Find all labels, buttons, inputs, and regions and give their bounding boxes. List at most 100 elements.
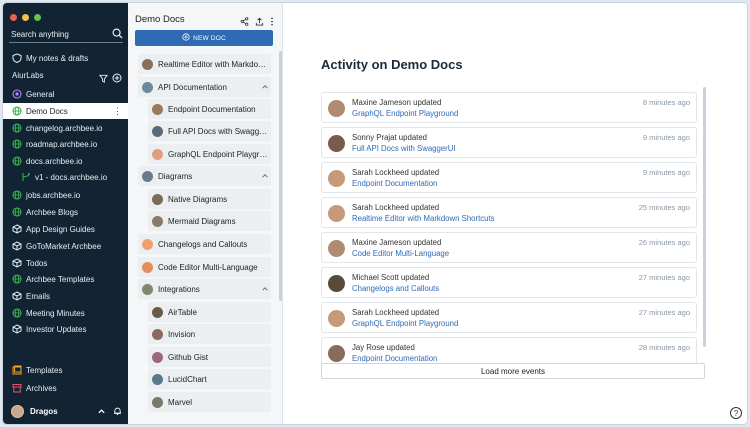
tree-item[interactable]: Github Gist [148,347,271,367]
chevron-up-icon[interactable] [97,403,106,421]
tree-item-label: LucidChart [168,374,207,384]
close-window-button[interactable] [10,14,17,21]
sidebar-space-label: General [26,89,55,99]
user-avatar [328,170,345,187]
tree-item[interactable]: AirTable [148,302,271,322]
sidebar-space-item[interactable]: docs.archbee.io [3,153,128,169]
sidebar-space-label: Meeting Minutes [26,308,85,318]
shield-icon [12,53,22,63]
tree-item[interactable]: API Documentation [138,77,271,97]
doc-author-avatar [152,125,163,137]
sidebar-space-item[interactable]: Emails [3,288,128,304]
activity-actor: Jay Rose updated [352,343,415,352]
activity-time: 27 minutes ago [638,308,690,317]
archives-link[interactable]: Archives [3,380,128,396]
activity-doc-link[interactable]: Full API Docs with SwaggerUI [352,144,456,153]
help-icon[interactable]: ? [730,407,742,419]
activity-doc-link[interactable]: GraphQL Endpoint Playground [352,319,458,328]
tree-item[interactable]: Native Diagrams [148,189,271,209]
doc-author-avatar [152,328,163,340]
new-doc-button[interactable]: NEW DOC [135,30,273,46]
search-input[interactable] [9,25,104,44]
sidebar-space-item[interactable]: Investor Updates [3,321,128,337]
more-vertical-icon[interactable] [270,13,274,31]
doc-author-avatar [152,103,163,115]
user-avatar [328,100,345,117]
user-avatar [328,310,345,327]
circle-icon [12,89,22,99]
tree-item[interactable]: Diagrams [138,166,271,186]
space-title: Demo Docs [135,14,185,25]
tree-item[interactable]: GraphQL Endpoint Playground [148,144,271,164]
activity-scrollbar[interactable] [703,87,706,347]
tree-item[interactable]: Endpoint Documentation [148,99,271,119]
sidebar-space-item[interactable]: Archbee Templates [3,271,128,287]
tree-item[interactable]: Full API Docs with SwaggerUI [148,121,271,141]
activity-time: 27 minutes ago [638,273,690,282]
page-title: Activity on Demo Docs [321,57,463,72]
doc-author-avatar [142,170,153,182]
activity-item: Sarah Lockheed updated GraphQL Endpoint P… [321,302,697,333]
tree-item[interactable]: Invision [148,324,271,344]
doc-author-avatar [152,396,163,408]
chevron-up-icon[interactable] [259,285,271,293]
my-notes-link[interactable]: My notes & drafts [3,50,128,66]
activity-doc-link[interactable]: Changelogs and Callouts [352,284,439,293]
sidebar-space-label: Archbee Templates [26,274,95,284]
chevron-up-icon[interactable] [259,172,271,180]
sidebar-space-item[interactable]: GoToMarket Archbee [3,238,128,254]
activity-actor: Maxine Jameson updated [352,98,442,107]
bell-icon[interactable] [113,403,122,421]
sidebar-space-item[interactable]: roadmap.archbee.io [3,136,128,152]
sidebar-space-item[interactable]: Todos [3,255,128,271]
tree-item[interactable]: LucidChart [148,369,271,389]
sidebar-space-item[interactable]: General [3,86,128,102]
globe-icon [12,123,22,133]
activity-doc-link[interactable]: Realtime Editor with Markdown Shortcuts [352,214,495,223]
new-doc-label: NEW DOC [193,34,226,42]
globe-icon [12,156,22,166]
load-more-button[interactable]: Load more events [321,363,705,379]
sidebar-space-label: v1 - docs.archbee.io [35,172,108,182]
share-icon[interactable] [240,13,249,31]
tree-item[interactable]: Changelogs and Callouts [138,234,271,254]
tree-item[interactable]: Mermaid Diagrams [148,211,271,231]
sidebar-space-item[interactable]: Meeting Minutes [3,305,128,321]
user-avatar [328,205,345,222]
sidebar-space-item[interactable]: v1 - docs.archbee.io [3,169,128,185]
sidebar-space-label: roadmap.archbee.io [26,139,98,149]
templates-link[interactable]: Templates [3,362,128,378]
more-vertical-icon[interactable]: ⋮ [113,103,122,119]
sidebar-space-item[interactable]: Demo Docs ⋮ [3,103,128,119]
tree-item[interactable]: Code Editor Multi-Language [138,257,271,277]
sidebar-space-item[interactable]: App Design Guides [3,221,128,237]
tree-item[interactable]: Marvel [148,392,271,412]
archives-label: Archives [26,383,57,393]
sidebar-space-item[interactable]: changelog.archbee.io [3,120,128,136]
tree-item[interactable]: Realtime Editor with Markdown Shortcuts [138,54,271,74]
globe-icon [12,274,22,284]
tree-item-label: Code Editor Multi-Language [158,262,258,272]
sidebar-space-item[interactable]: Archbee Blogs [3,204,128,220]
tree-scrollbar[interactable] [279,51,282,301]
globe-icon [12,139,22,149]
activity-doc-link[interactable]: Endpoint Documentation [352,354,437,363]
minimize-window-button[interactable] [22,14,29,21]
tree-item-label: API Documentation [158,82,227,92]
templates-label: Templates [26,365,63,375]
activity-time: 9 minutes ago [642,168,690,177]
chevron-up-icon[interactable] [259,83,271,91]
maximize-window-button[interactable] [34,14,41,21]
tree-item-label: Realtime Editor with Markdown Shortcuts [158,59,271,69]
sidebar-space-label: changelog.archbee.io [26,123,103,133]
upload-icon[interactable] [255,13,264,31]
tree-item[interactable]: Integrations [138,279,271,299]
activity-doc-link[interactable]: Endpoint Documentation [352,179,437,188]
activity-doc-link[interactable]: GraphQL Endpoint Playground [352,109,458,118]
archive-icon [12,383,22,393]
sidebar-space-item[interactable]: jobs.archbee.io [3,187,128,203]
activity-item: Michael Scott updated Changelogs and Call… [321,267,697,298]
user-avatar[interactable] [11,405,24,418]
search-icon[interactable] [112,26,123,44]
activity-doc-link[interactable]: Code Editor Multi-Language [352,249,449,258]
